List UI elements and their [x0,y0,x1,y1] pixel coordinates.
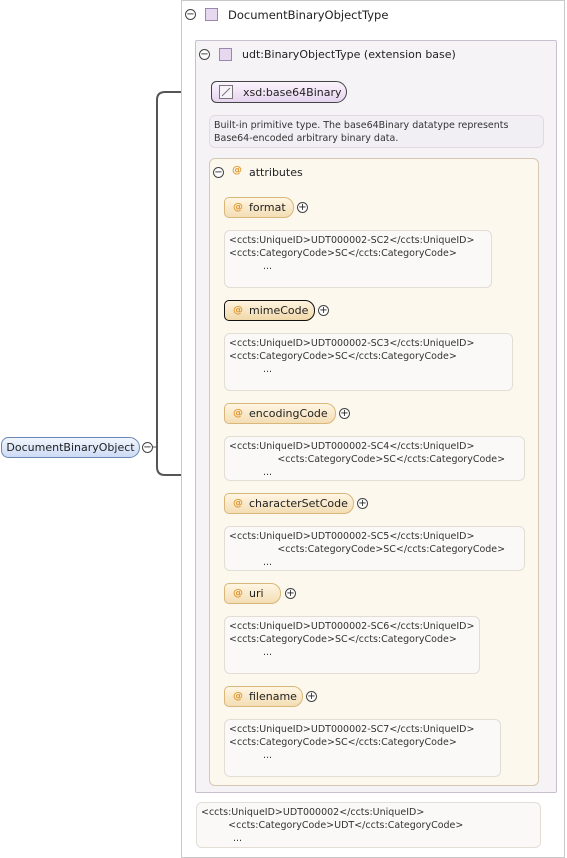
base-type-node[interactable]: xsd:base64Binary [211,81,347,103]
attribute-label: format [249,201,286,214]
attribute-icon: @ [233,588,243,599]
doc-more: ... [263,557,273,568]
expand-toggle[interactable]: + [339,408,350,419]
expand-toggle[interactable]: + [318,305,329,316]
attribute-icon: @ [233,498,243,509]
attribute-label: mimeCode [249,304,309,317]
attribute-doc: <ccts:UniqueID>UDT000002-SC5</ccts:Uniqu… [224,526,525,571]
root-collapse-toggle[interactable]: − [142,442,153,453]
doc-line: Built-in primitive type. The base64Binar… [214,120,509,131]
attribute-encodingcode[interactable]: @ encodingCode [224,403,336,424]
root-element-node[interactable]: DocumentBinaryObject [1,437,140,458]
attribute-icon: @ [232,165,242,176]
attribute-icon: @ [233,202,243,213]
doc-line: <ccts:CategoryCode>SC</ccts:CategoryCode… [229,454,506,465]
doc-line: <ccts:UniqueID>UDT000002-SC4</ccts:Uniqu… [229,441,475,452]
attribute-label: filename [249,690,297,703]
doc-more: ... [263,750,273,761]
doc-line: <ccts:UniqueID>UDT000002-SC5</ccts:Uniqu… [229,531,475,542]
attribute-filename[interactable]: @ filename [224,686,303,707]
expand-toggle[interactable]: + [306,691,317,702]
complex-type-icon [205,8,218,21]
base-type-doc: Built-in primitive type. The base64Binar… [209,115,544,148]
extension-type-icon [219,48,232,61]
extension-panel-title: udt:BinaryObjectType (extension base) [242,48,456,61]
attribute-icon: @ [233,408,243,419]
attribute-label: characterSetCode [249,497,348,510]
type-collapse-toggle[interactable]: − [185,9,196,20]
doc-line: <ccts:UniqueID>UDT000002-SC2</ccts:Uniqu… [229,235,475,246]
attribute-uri[interactable]: @ uri [224,583,281,604]
doc-line: <ccts:CategoryCode>SC</ccts:CategoryCode… [229,737,457,748]
root-element-label: DocumentBinaryObject [6,441,135,454]
doc-line: <ccts:CategoryCode>SC</ccts:CategoryCode… [229,634,457,645]
attribute-doc: <ccts:UniqueID>UDT000002-SC2</ccts:Uniqu… [224,230,492,288]
attribute-label: encodingCode [249,407,328,420]
attributes-collapse-toggle[interactable]: − [213,167,224,178]
doc-line: <ccts:UniqueID>UDT000002-SC3</ccts:Uniqu… [229,338,475,349]
doc-more: ... [233,833,243,844]
doc-line: <ccts:CategoryCode>SC</ccts:CategoryCode… [229,544,506,555]
base-type-label: xsd:base64Binary [243,86,342,99]
doc-line: <ccts:UniqueID>UDT000002-SC7</ccts:Uniqu… [229,724,475,735]
simple-type-icon [219,85,233,99]
attribute-icon: @ [233,691,243,702]
doc-line: <ccts:UniqueID>UDT000002-SC6</ccts:Uniqu… [229,621,475,632]
doc-line: <ccts:UniqueID>UDT000002</ccts:UniqueID> [201,807,425,818]
expand-toggle[interactable]: + [285,588,296,599]
attribute-charactersetcode[interactable]: @ characterSetCode [224,493,354,514]
doc-more: ... [263,364,273,375]
attribute-label: uri [249,587,264,600]
attributes-group-title: attributes [249,166,303,179]
doc-more: ... [263,647,273,658]
doc-line: <ccts:CategoryCode>UDT</ccts:CategoryCod… [201,820,464,831]
doc-line: <ccts:CategoryCode>SC</ccts:CategoryCode… [229,248,457,259]
expand-toggle[interactable]: + [357,498,368,509]
extension-collapse-toggle[interactable]: − [199,49,210,60]
attribute-mimecode[interactable]: @ mimeCode [224,300,315,321]
attribute-doc: <ccts:UniqueID>UDT000002-SC4</ccts:Uniqu… [224,436,525,481]
expand-toggle[interactable]: + [297,202,308,213]
attribute-doc: <ccts:UniqueID>UDT000002-SC6</ccts:Uniqu… [224,616,480,674]
attribute-format[interactable]: @ format [224,197,294,218]
type-doc: <ccts:UniqueID>UDT000002</ccts:UniqueID>… [196,802,541,848]
doc-more: ... [263,261,273,272]
doc-line: Base64-encoded arbitrary binary data. [214,133,399,144]
type-panel-title: DocumentBinaryObjectType [228,8,389,22]
attribute-doc: <ccts:UniqueID>UDT000002-SC7</ccts:Uniqu… [224,719,501,777]
attribute-icon: @ [233,305,243,316]
attribute-doc: <ccts:UniqueID>UDT000002-SC3</ccts:Uniqu… [224,333,513,391]
doc-more: ... [263,467,273,478]
doc-line: <ccts:CategoryCode>SC</ccts:CategoryCode… [229,351,457,362]
